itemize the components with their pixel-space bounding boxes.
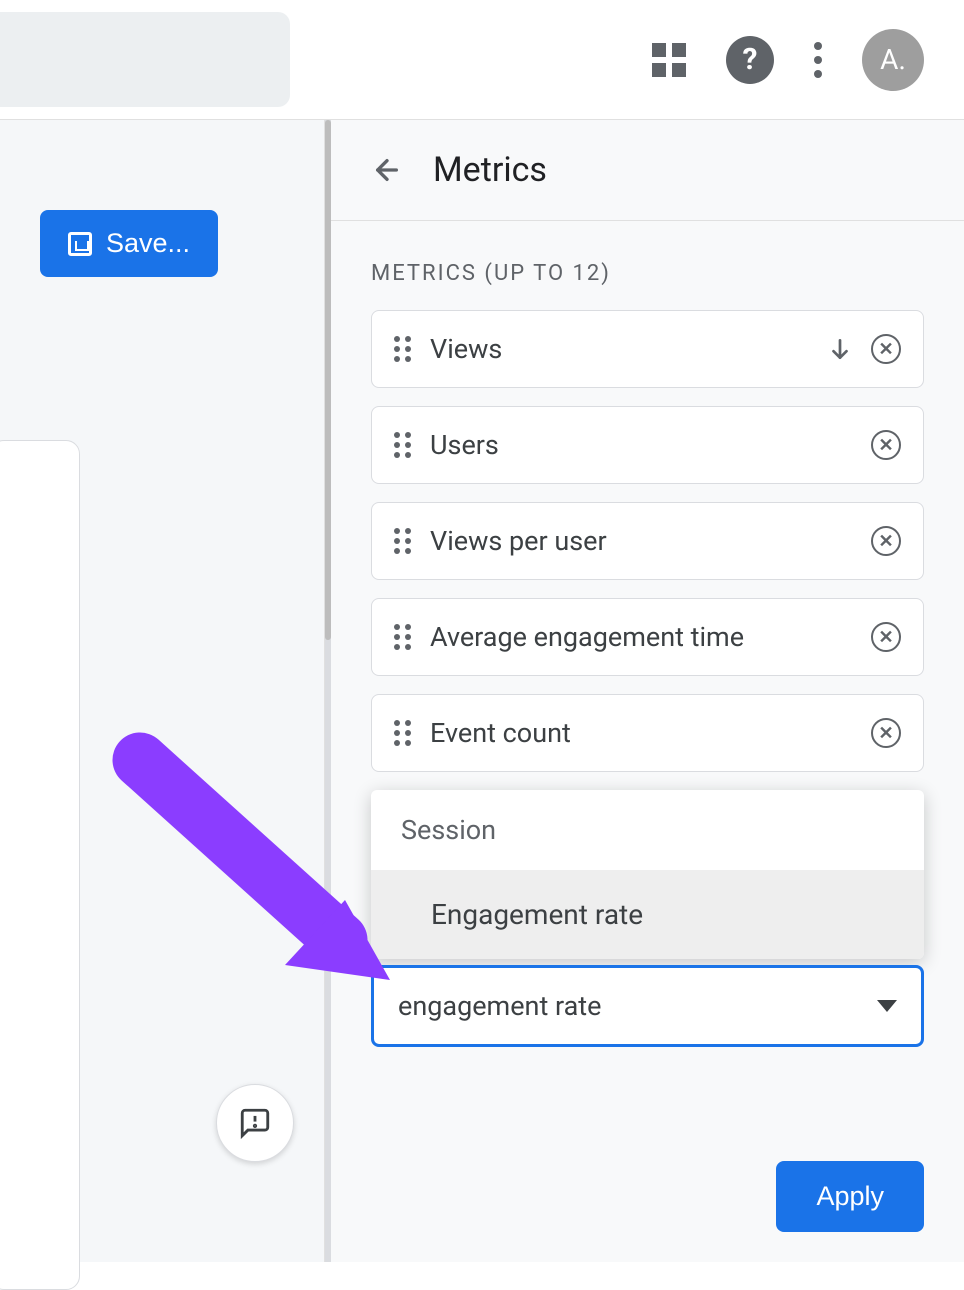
save-button-label: Save... [106,228,190,259]
metric-chip[interactable]: Event count ✕ [371,694,924,772]
metric-chip[interactable]: Views ✕ [371,310,924,388]
dropdown-option-engagement-rate[interactable]: Engagement rate [371,870,924,959]
search-placeholder-box [0,12,290,107]
panel-title: Metrics [433,150,547,190]
save-button[interactable]: Save... [40,210,218,277]
drag-handle-icon[interactable] [394,720,412,746]
content-area: Save... Metrics METRICS (UP TO 12) Views… [0,120,964,1262]
remove-metric-icon[interactable]: ✕ [871,430,901,460]
drag-handle-icon[interactable] [394,336,412,362]
metric-dropdown-popup: Session Engagement rate [371,790,924,959]
left-pane: Save... [0,120,325,1262]
avatar[interactable]: A. [862,29,924,91]
metrics-list: Views✕Users✕Views per user✕Average engag… [371,310,924,772]
metric-label: Users [430,429,853,461]
metric-label: Event count [430,717,853,749]
drag-handle-icon[interactable] [394,432,412,458]
metrics-panel: Metrics METRICS (UP TO 12) Views✕Users✕V… [325,120,964,1262]
topbar-actions: ? A. [652,29,924,91]
save-icon [68,232,92,256]
feedback-icon [238,1106,272,1140]
remove-metric-icon[interactable]: ✕ [871,526,901,556]
feedback-button[interactable] [216,1084,294,1162]
apply-button[interactable]: Apply [776,1161,924,1232]
apps-icon[interactable] [652,43,686,77]
metrics-body: METRICS (UP TO 12) Views✕Users✕Views per… [331,221,964,1047]
metric-chip[interactable]: Average engagement time ✕ [371,598,924,676]
sort-descending-icon[interactable] [827,336,853,362]
panel-header: Metrics [331,120,964,221]
metric-label: Views per user [430,525,853,557]
metric-chip[interactable]: Views per user ✕ [371,502,924,580]
metric-search-value: engagement rate [398,990,601,1022]
remove-metric-icon[interactable]: ✕ [871,622,901,652]
back-arrow-icon[interactable] [371,154,403,186]
remove-metric-icon[interactable]: ✕ [871,718,901,748]
drag-handle-icon[interactable] [394,624,412,650]
dropdown-group-label: Session [371,790,924,870]
metric-label: Views [430,333,801,365]
more-icon[interactable] [814,42,822,78]
metric-label: Average engagement time [430,621,853,653]
metric-search-input[interactable]: engagement rate [371,965,924,1047]
scrollbar[interactable] [325,120,331,640]
report-card-edge [0,440,80,1290]
drag-handle-icon[interactable] [394,528,412,554]
metrics-section-label: METRICS (UP TO 12) [371,261,924,286]
chevron-down-icon [877,1000,897,1012]
top-bar: ? A. [0,0,964,120]
remove-metric-icon[interactable]: ✕ [871,334,901,364]
metric-chip[interactable]: Users ✕ [371,406,924,484]
help-icon[interactable]: ? [726,36,774,84]
